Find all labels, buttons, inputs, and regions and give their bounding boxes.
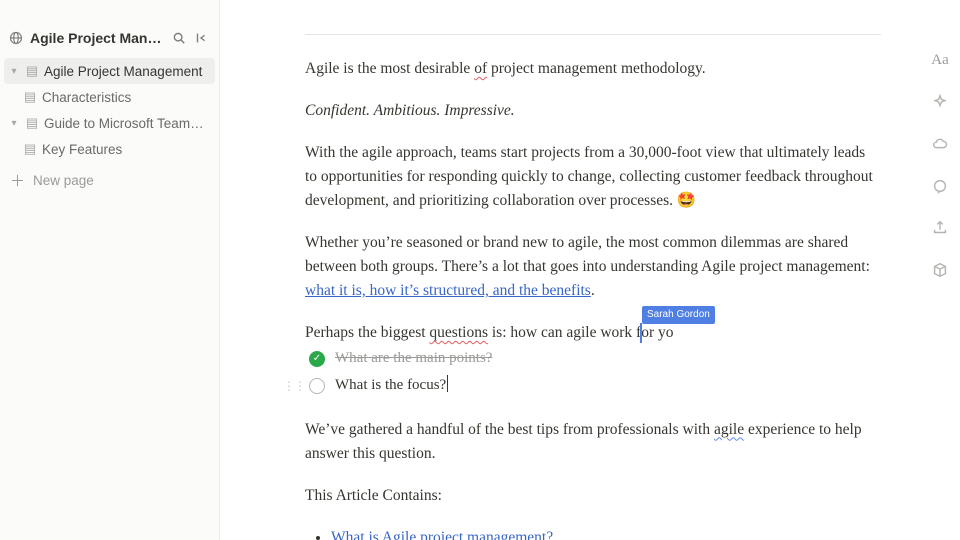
page-row-agile-pm[interactable]: ▾ ▤ Agile Project Management <box>4 58 215 84</box>
todo-list: ✓ What are the main points? ⋮⋮ What is t… <box>309 345 881 400</box>
todo-text[interactable]: What are the main points? <box>335 347 492 370</box>
plus-icon: ＋ <box>10 170 25 191</box>
contents-item[interactable]: What is Agile project management? <box>331 526 881 540</box>
drag-handle-icon[interactable]: ⋮⋮ <box>283 377 305 396</box>
editor-area: Agile is the most desirable of project m… <box>220 0 960 540</box>
paragraph[interactable]: Whether you’re seasoned or brand new to … <box>305 231 881 303</box>
paragraph[interactable]: Agile is the most desirable of project m… <box>305 57 881 81</box>
link-what-it-is[interactable]: what it is, how it’s structured, and the… <box>305 282 591 299</box>
typography-button[interactable]: Aa <box>930 50 950 70</box>
page-row-teams-guide[interactable]: ▾ ▤ Guide to Microsoft Teams Project… <box>4 110 215 136</box>
settings-cube-icon[interactable] <box>930 260 950 280</box>
ai-sparkle-icon[interactable] <box>930 92 950 112</box>
page-tree: ▾ ▤ Agile Project Management ▤ Character… <box>0 56 219 162</box>
new-page-label: New page <box>33 173 94 188</box>
collaborator-caret <box>640 323 642 343</box>
checkbox-unchecked-icon[interactable] <box>309 378 325 394</box>
page-label: Agile Project Management <box>44 64 209 79</box>
paragraph[interactable]: Perhaps the biggest questions is: how ca… <box>305 321 881 345</box>
paragraph[interactable]: We’ve gathered a handful of the best tip… <box>305 418 881 466</box>
comment-icon[interactable] <box>930 176 950 196</box>
page-label: Guide to Microsoft Teams Project… <box>44 116 209 131</box>
page-icon: ▤ <box>22 89 38 105</box>
collapse-sidebar-icon[interactable] <box>193 30 209 46</box>
chevron-down-icon[interactable]: ▾ <box>8 118 20 129</box>
page-row-key-features[interactable]: ▤ Key Features <box>4 136 215 162</box>
sidebar: Agile Project Management ▾ ▤ Agile Proje… <box>0 0 220 540</box>
cloud-icon[interactable] <box>930 134 950 154</box>
page-label: Characteristics <box>42 90 209 105</box>
page-icon: ▤ <box>24 115 40 131</box>
document-body[interactable]: Agile is the most desirable of project m… <box>305 0 881 540</box>
workspace-title: Agile Project Management <box>30 30 165 46</box>
contents-heading[interactable]: This Article Contains: <box>305 484 881 508</box>
checkbox-checked-icon[interactable]: ✓ <box>309 351 325 367</box>
todo-item[interactable]: ⋮⋮ What is the focus? <box>309 372 881 399</box>
page-row-characteristics[interactable]: ▤ Characteristics <box>4 84 215 110</box>
page-label: Key Features <box>42 142 209 157</box>
todo-item[interactable]: ✓ What are the main points? <box>309 345 881 372</box>
new-page-button[interactable]: ＋ New page <box>0 166 219 194</box>
right-rail: Aa <box>920 50 960 280</box>
page-icon: ▤ <box>22 141 38 157</box>
contents-list: What is Agile project management? When y… <box>331 526 881 540</box>
chevron-down-icon[interactable]: ▾ <box>8 66 20 77</box>
paragraph[interactable]: With the agile approach, teams start pro… <box>305 141 881 213</box>
workspace-header[interactable]: Agile Project Management <box>0 26 219 56</box>
paragraph-tagline[interactable]: Confident. Ambitious. Impressive. <box>305 99 881 123</box>
globe-icon <box>8 30 24 46</box>
share-icon[interactable] <box>930 218 950 238</box>
star-eyes-emoji: 🤩 <box>677 192 696 209</box>
todo-text[interactable]: What is the focus? <box>335 374 448 397</box>
text-caret <box>447 375 448 392</box>
search-icon[interactable] <box>171 30 187 46</box>
page-icon: ▤ <box>24 63 40 79</box>
collaborator-label: Sarah Gordon <box>642 306 715 324</box>
title-divider <box>305 34 881 35</box>
link-contents[interactable]: What is Agile project management? <box>331 529 553 540</box>
